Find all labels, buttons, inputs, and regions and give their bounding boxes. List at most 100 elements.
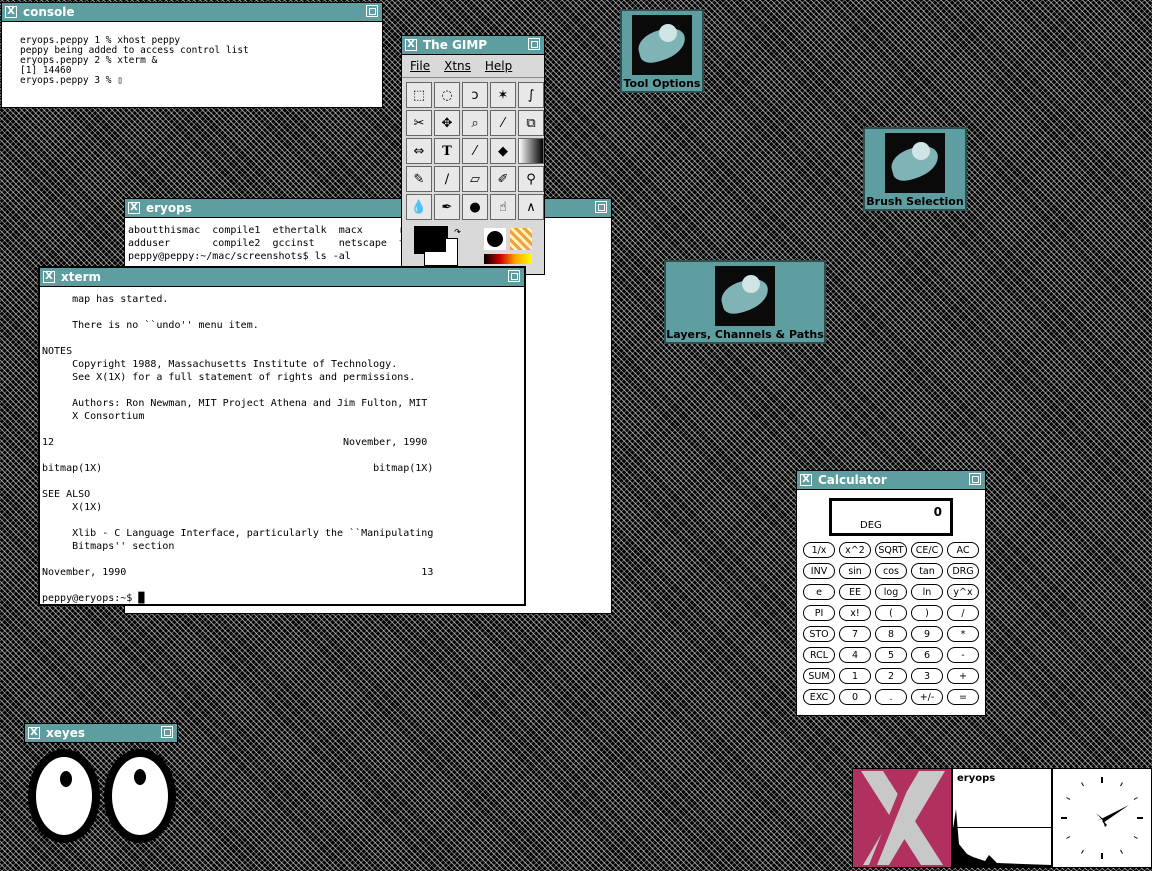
- move-icon[interactable]: ✥: [434, 110, 460, 136]
- calc-key[interactable]: 0: [839, 689, 871, 705]
- calc-key[interactable]: -: [947, 647, 979, 663]
- calc-key[interactable]: .: [875, 689, 907, 705]
- calc-key[interactable]: /: [947, 605, 979, 621]
- calc-key[interactable]: 2: [875, 668, 907, 684]
- xeyes-window[interactable]: X xeyes: [24, 723, 178, 863]
- calc-key[interactable]: SQRT: [875, 542, 907, 558]
- flip-icon[interactable]: ⇔: [406, 138, 432, 164]
- measure-icon[interactable]: ∧: [518, 194, 544, 220]
- xeyes-titlebar[interactable]: X xeyes: [24, 723, 178, 743]
- lasso-icon[interactable]: ↄ: [462, 82, 488, 108]
- gradient-icon[interactable]: [518, 138, 544, 164]
- gimp-toolbox-window[interactable]: X The GIMP File Xtns Help ⬚ ◌ ↄ ✶ ∫ ✂ ✥ …: [401, 35, 545, 275]
- menu-help[interactable]: Help: [485, 59, 512, 73]
- calc-key[interactable]: e: [803, 584, 835, 600]
- calc-key[interactable]: ln: [911, 584, 943, 600]
- pencil-icon[interactable]: ✎: [406, 166, 432, 192]
- calc-key[interactable]: PI: [803, 605, 835, 621]
- bezier-select-icon[interactable]: ∫: [518, 82, 544, 108]
- console-text[interactable]: eryops.peppy 1 % xhost peppy peppy being…: [2, 22, 382, 86]
- color-area[interactable]: ↷: [402, 224, 544, 270]
- calc-key[interactable]: SUM: [803, 668, 835, 684]
- calc-key[interactable]: STO: [803, 626, 835, 642]
- calc-key[interactable]: y^x: [947, 584, 979, 600]
- menu-file[interactable]: File: [410, 59, 430, 73]
- ink-icon[interactable]: ✒: [434, 194, 460, 220]
- crop-icon[interactable]: ⁄: [490, 110, 516, 136]
- menu-xtns[interactable]: Xtns: [444, 59, 471, 73]
- calc-key[interactable]: log: [875, 584, 907, 600]
- calc-key[interactable]: RCL: [803, 647, 835, 663]
- bucket-fill-icon[interactable]: ◆: [490, 138, 516, 164]
- swap-colors-icon[interactable]: ↷: [454, 224, 461, 238]
- calc-key[interactable]: 9: [911, 626, 943, 642]
- xterm-titlebar[interactable]: X xterm: [40, 268, 524, 287]
- gradient-preview[interactable]: [484, 254, 532, 264]
- calculator-titlebar[interactable]: X Calculator: [797, 471, 985, 490]
- calc-key[interactable]: sin: [839, 563, 871, 579]
- xlogo-window[interactable]: [852, 768, 952, 868]
- magic-wand-icon[interactable]: ✶: [490, 82, 516, 108]
- calc-key[interactable]: AC: [947, 542, 979, 558]
- ellipse-select-icon[interactable]: ◌: [434, 82, 460, 108]
- calc-key[interactable]: INV: [803, 563, 835, 579]
- paintbrush-icon[interactable]: ∕: [434, 166, 460, 192]
- close-icon[interactable]: X: [43, 271, 55, 283]
- calc-key[interactable]: 1: [839, 668, 871, 684]
- maximize-icon[interactable]: [528, 38, 540, 50]
- maximize-icon[interactable]: [508, 270, 520, 282]
- calc-key[interactable]: tan: [911, 563, 943, 579]
- text-icon[interactable]: T: [434, 138, 460, 164]
- gimp-titlebar[interactable]: X The GIMP: [402, 36, 544, 55]
- rect-select-icon[interactable]: ⬚: [406, 82, 432, 108]
- close-icon[interactable]: X: [405, 39, 417, 51]
- calc-key[interactable]: (: [875, 605, 907, 621]
- brush-selection-icon[interactable]: Brush Selection: [863, 127, 967, 211]
- calc-key[interactable]: 1/x: [803, 542, 835, 558]
- calc-key[interactable]: x^2: [839, 542, 871, 558]
- transform-icon[interactable]: ⧉: [518, 110, 544, 136]
- calc-key[interactable]: x!: [839, 605, 871, 621]
- eraser-icon[interactable]: ▱: [462, 166, 488, 192]
- calc-key[interactable]: CE/C: [911, 542, 943, 558]
- maximize-icon[interactable]: [969, 473, 981, 485]
- maximize-icon[interactable]: [595, 201, 607, 213]
- close-icon[interactable]: X: [800, 474, 812, 486]
- blur-icon[interactable]: 💧: [406, 194, 432, 220]
- maximize-icon[interactable]: [366, 5, 378, 17]
- tool-options-icon[interactable]: Tool Options: [620, 9, 704, 93]
- calculator-window[interactable]: X Calculator 0 DEG 1/x x^2 SQRT CE/C AC INV si…: [796, 470, 986, 716]
- calc-key[interactable]: EE: [839, 584, 871, 600]
- brush-preview[interactable]: [484, 228, 506, 250]
- magnify-icon[interactable]: ⌕: [462, 110, 488, 136]
- calc-key[interactable]: 6: [911, 647, 943, 663]
- close-icon[interactable]: X: [128, 202, 140, 214]
- console-window[interactable]: X console eryops.peppy 1 % xhost peppy p…: [1, 2, 383, 108]
- calc-key[interactable]: =: [947, 689, 979, 705]
- calc-key[interactable]: 8: [875, 626, 907, 642]
- clone-icon[interactable]: ⚲: [518, 166, 544, 192]
- calc-key[interactable]: 7: [839, 626, 871, 642]
- scissors-icon[interactable]: ✂: [406, 110, 432, 136]
- xterm-window[interactable]: X xterm map has started. There is no ``u…: [38, 266, 526, 606]
- color-picker-icon[interactable]: ⁄: [462, 138, 488, 164]
- calc-key[interactable]: 5: [875, 647, 907, 663]
- calc-key[interactable]: *: [947, 626, 979, 642]
- airbrush-icon[interactable]: ✐: [490, 166, 516, 192]
- dodge-icon[interactable]: ●: [462, 194, 488, 220]
- pattern-preview[interactable]: [510, 228, 532, 250]
- calc-key[interactable]: EXC: [803, 689, 835, 705]
- calc-key[interactable]: 3: [911, 668, 943, 684]
- close-icon[interactable]: X: [28, 727, 40, 739]
- calc-key[interactable]: cos: [875, 563, 907, 579]
- xterm-text[interactable]: map has started. There is no ``undo'' me…: [40, 287, 524, 605]
- calc-key[interactable]: ): [911, 605, 943, 621]
- layers-channels-paths-icon[interactable]: Layers, Channels & Paths: [664, 260, 826, 344]
- calc-key[interactable]: +/-: [911, 689, 943, 705]
- console-titlebar[interactable]: X console: [2, 3, 382, 22]
- calc-key[interactable]: +: [947, 668, 979, 684]
- calc-key[interactable]: 4: [839, 647, 871, 663]
- calc-key[interactable]: DRG: [947, 563, 979, 579]
- close-icon[interactable]: X: [5, 6, 17, 18]
- maximize-icon[interactable]: [161, 726, 173, 738]
